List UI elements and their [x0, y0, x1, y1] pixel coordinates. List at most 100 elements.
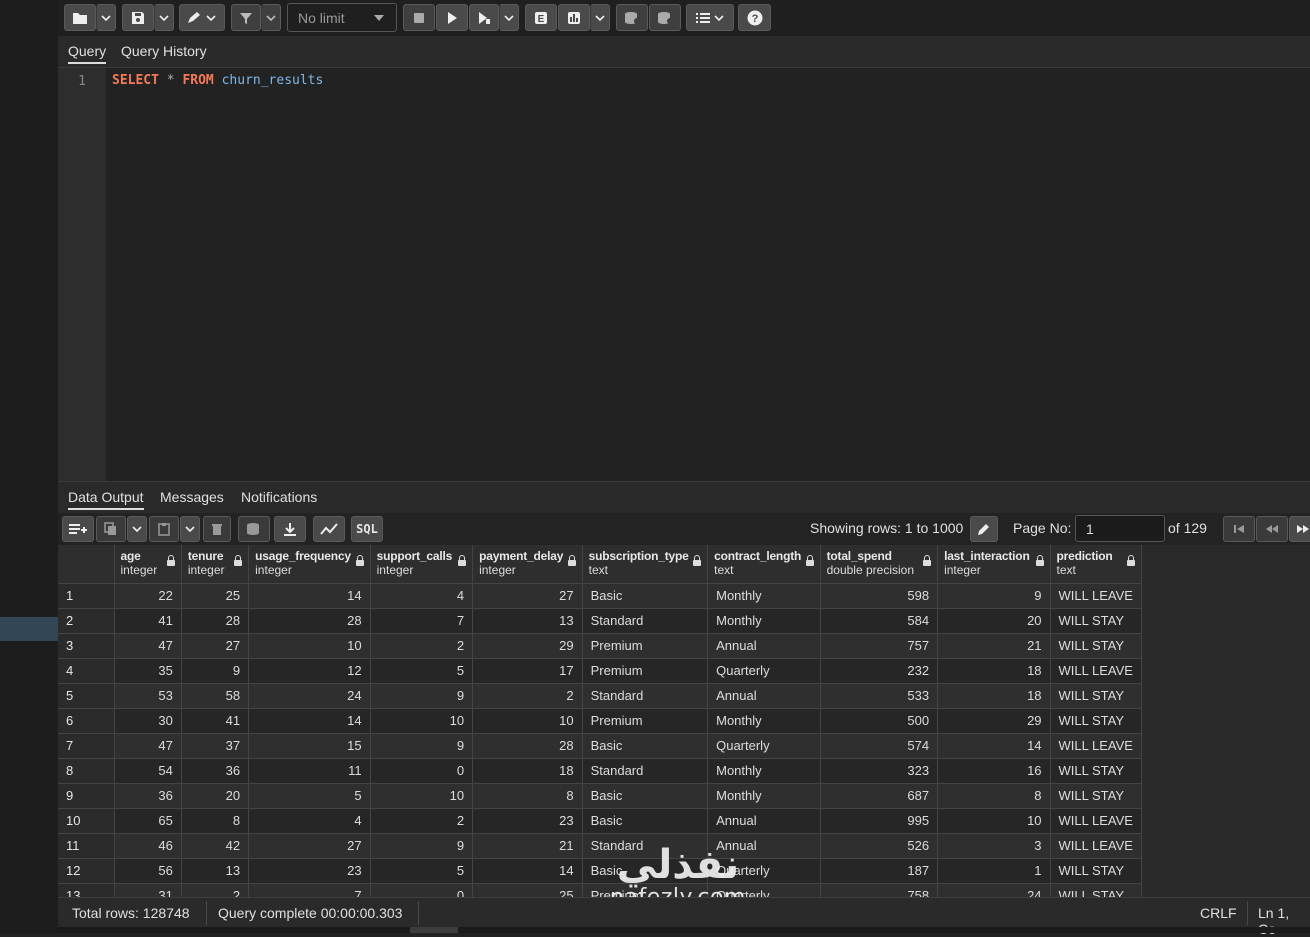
cell-tenure[interactable]: 9	[181, 658, 250, 684]
cell-age[interactable]: 46	[114, 833, 182, 859]
cell-contract-length[interactable]: Quarterly	[707, 883, 821, 897]
cell-total-spend[interactable]: 232	[820, 658, 939, 684]
cell-total-spend[interactable]: 323	[820, 758, 939, 784]
row-number[interactable]: 7	[58, 733, 115, 759]
cell-last-interaction[interactable]: 18	[937, 658, 1051, 684]
row-number[interactable]: 3	[58, 633, 115, 659]
cell-prediction[interactable]: WILL STAY	[1050, 608, 1142, 634]
cell-payment-delay[interactable]: 18	[472, 758, 583, 784]
cell-age[interactable]: 35	[114, 658, 182, 684]
cell-tenure[interactable]: 36	[181, 758, 250, 784]
table-row[interactable]: 12 56 13 23 5 14 Basic Quarterly 187 1 WILL STAY	[58, 858, 1142, 884]
column-header-subscription-type[interactable]: subscription_type text	[582, 545, 709, 584]
column-header-total-spend[interactable]: total_spend double precision	[820, 545, 939, 584]
cell-total-spend[interactable]: 995	[820, 808, 939, 834]
stop-button[interactable]	[403, 4, 435, 31]
cell-subscription-type[interactable]: Basic	[582, 808, 709, 834]
paste-button[interactable]	[149, 516, 179, 542]
cell-support-calls[interactable]: 0	[370, 883, 474, 897]
cell-usage-frequency[interactable]: 7	[248, 883, 371, 897]
cell-subscription-type[interactable]: Standard	[582, 608, 709, 634]
cell-subscription-type[interactable]: Standard	[582, 683, 709, 709]
cell-tenure[interactable]: 58	[181, 683, 250, 709]
cell-prediction[interactable]: WILL LEAVE	[1050, 733, 1142, 759]
cell-payment-delay[interactable]: 10	[472, 708, 583, 734]
cell-support-calls[interactable]: 2	[370, 808, 474, 834]
row-number[interactable]: 10	[58, 808, 115, 834]
cell-usage-frequency[interactable]: 5	[248, 783, 371, 809]
row-number[interactable]: 1	[58, 583, 115, 609]
cell-contract-length[interactable]: Quarterly	[707, 858, 821, 884]
cell-prediction[interactable]: WILL STAY	[1050, 758, 1142, 784]
row-number[interactable]: 2	[58, 608, 115, 634]
cell-support-calls[interactable]: 10	[370, 783, 474, 809]
column-header-last-interaction[interactable]: last_interaction integer	[937, 545, 1051, 584]
cell-support-calls[interactable]: 5	[370, 858, 474, 884]
previous-page-button[interactable]	[1256, 516, 1288, 542]
cell-usage-frequency[interactable]: 23	[248, 858, 371, 884]
column-header-age[interactable]: age integer	[114, 545, 182, 584]
cell-last-interaction[interactable]: 24	[937, 883, 1051, 897]
table-row[interactable]: 11 46 42 27 9 21 Standard Annual 526 3 WILL LEAVE	[58, 833, 1142, 859]
table-row[interactable]: 6 30 41 14 10 10 Premium Monthly 500 29 WILL STAY	[58, 708, 1142, 734]
edit-rows-range-button[interactable]	[970, 516, 998, 542]
cell-contract-length[interactable]: Annual	[707, 683, 821, 709]
cell-prediction[interactable]: WILL LEAVE	[1050, 833, 1142, 859]
cell-usage-frequency[interactable]: 12	[248, 658, 371, 684]
delete-button[interactable]	[203, 516, 231, 542]
cell-support-calls[interactable]: 9	[370, 733, 474, 759]
cell-subscription-type[interactable]: Basic	[582, 733, 709, 759]
column-header-support-calls[interactable]: support_calls integer	[370, 545, 474, 584]
cell-contract-length[interactable]: Quarterly	[707, 733, 821, 759]
cell-support-calls[interactable]: 4	[370, 583, 474, 609]
cell-last-interaction[interactable]: 10	[937, 808, 1051, 834]
cell-tenure[interactable]: 2	[181, 883, 250, 897]
column-header-prediction[interactable]: prediction text	[1050, 545, 1142, 584]
cell-age[interactable]: 54	[114, 758, 182, 784]
cell-last-interaction[interactable]: 21	[937, 633, 1051, 659]
cell-payment-delay[interactable]: 25	[472, 883, 583, 897]
table-row[interactable]: 2 41 28 28 7 13 Standard Monthly 584 20 WILL STAY	[58, 608, 1142, 634]
table-row[interactable]: 10 65 8 4 2 23 Basic Annual 995 10 WILL LEAVE	[58, 808, 1142, 834]
row-number[interactable]: 12	[58, 858, 115, 884]
cell-payment-delay[interactable]: 14	[472, 858, 583, 884]
page-no-input[interactable]	[1075, 515, 1165, 542]
cell-age[interactable]: 47	[114, 733, 182, 759]
cell-last-interaction[interactable]: 29	[937, 708, 1051, 734]
cell-prediction[interactable]: WILL STAY	[1050, 683, 1142, 709]
cell-support-calls[interactable]: 9	[370, 833, 474, 859]
cell-last-interaction[interactable]: 18	[937, 683, 1051, 709]
row-number[interactable]: 8	[58, 758, 115, 784]
cell-usage-frequency[interactable]: 14	[248, 708, 371, 734]
cell-last-interaction[interactable]: 16	[937, 758, 1051, 784]
cell-subscription-type[interactable]: Basic	[582, 583, 709, 609]
cell-subscription-type[interactable]: Premium	[582, 658, 709, 684]
column-header-contract-length[interactable]: contract_length text	[707, 545, 821, 584]
cell-age[interactable]: 47	[114, 633, 182, 659]
row-number[interactable]: 4	[58, 658, 115, 684]
cell-total-spend[interactable]: 584	[820, 608, 939, 634]
scrollbar-thumb[interactable]	[410, 927, 458, 933]
cell-total-spend[interactable]: 500	[820, 708, 939, 734]
cell-total-spend[interactable]: 687	[820, 783, 939, 809]
execute-dropdown[interactable]	[499, 4, 519, 31]
column-header-usage-frequency[interactable]: usage_frequency integer	[248, 545, 371, 584]
cell-contract-length[interactable]: Monthly	[707, 583, 821, 609]
cell-tenure[interactable]: 37	[181, 733, 250, 759]
edit-dropdown-button[interactable]	[179, 4, 225, 31]
cell-age[interactable]: 41	[114, 608, 182, 634]
cell-tenure[interactable]: 13	[181, 858, 250, 884]
cell-support-calls[interactable]: 5	[370, 658, 474, 684]
cell-usage-frequency[interactable]: 11	[248, 758, 371, 784]
cell-usage-frequency[interactable]: 15	[248, 733, 371, 759]
cell-last-interaction[interactable]: 20	[937, 608, 1051, 634]
cell-support-calls[interactable]: 10	[370, 708, 474, 734]
cell-last-interaction[interactable]: 8	[937, 783, 1051, 809]
cell-support-calls[interactable]: 7	[370, 608, 474, 634]
commit-button[interactable]	[616, 4, 648, 31]
cell-contract-length[interactable]: Monthly	[707, 783, 821, 809]
first-page-button[interactable]	[1223, 516, 1255, 542]
cell-subscription-type[interactable]: Standard	[582, 758, 709, 784]
cell-subscription-type[interactable]: Premium	[582, 883, 709, 897]
paste-dropdown[interactable]	[180, 516, 200, 542]
